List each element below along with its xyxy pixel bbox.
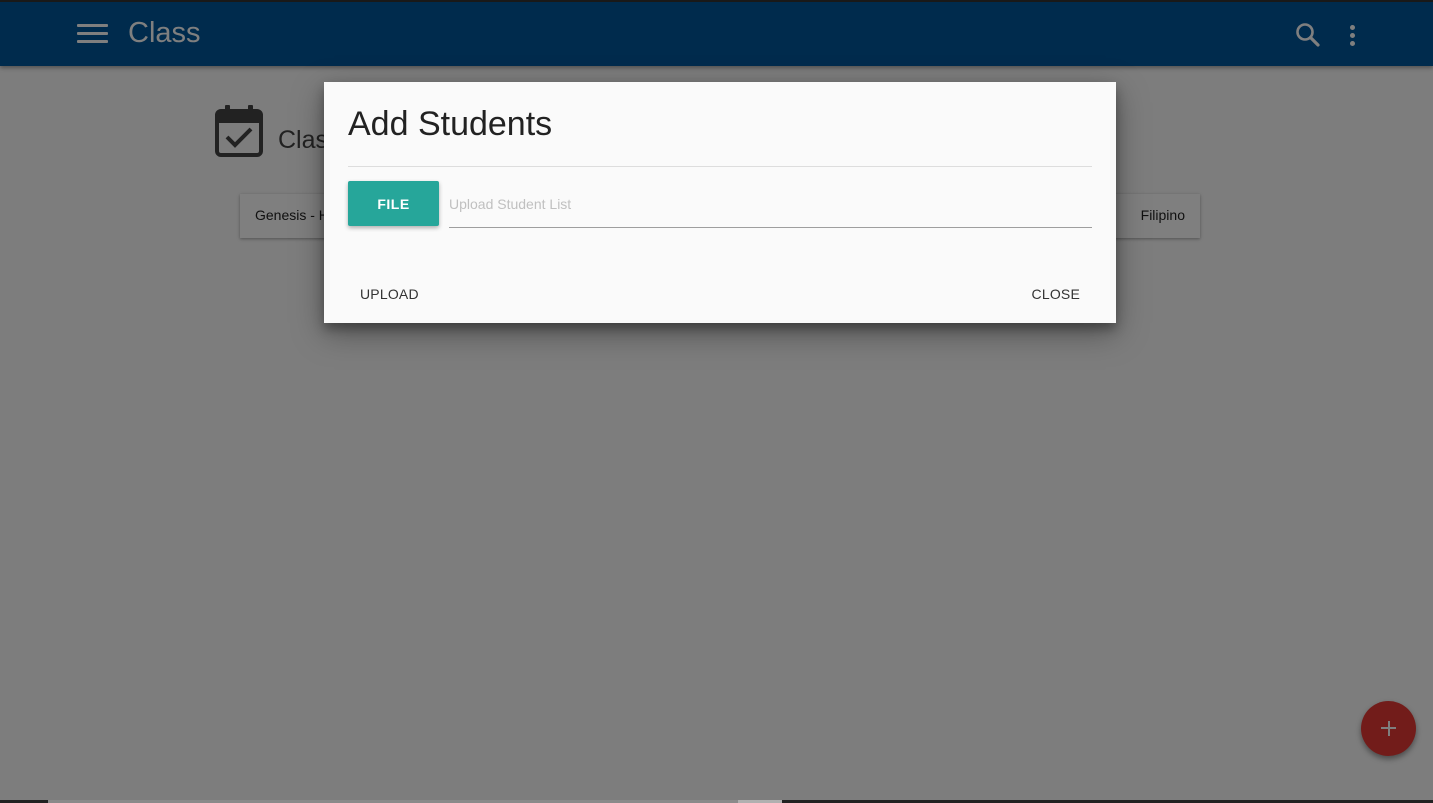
upload-button[interactable]: UPLOAD <box>360 282 419 306</box>
add-students-dialog: Add Students FILE UPLOAD CLOSE <box>324 82 1116 323</box>
file-path-input[interactable] <box>449 181 1092 228</box>
close-button[interactable]: CLOSE <box>1032 282 1080 306</box>
file-button[interactable]: FILE <box>348 181 439 226</box>
dialog-title: Add Students <box>348 105 553 143</box>
page: Class Class Genesis - H Filipino <box>0 0 1433 803</box>
dialog-divider <box>348 166 1092 167</box>
